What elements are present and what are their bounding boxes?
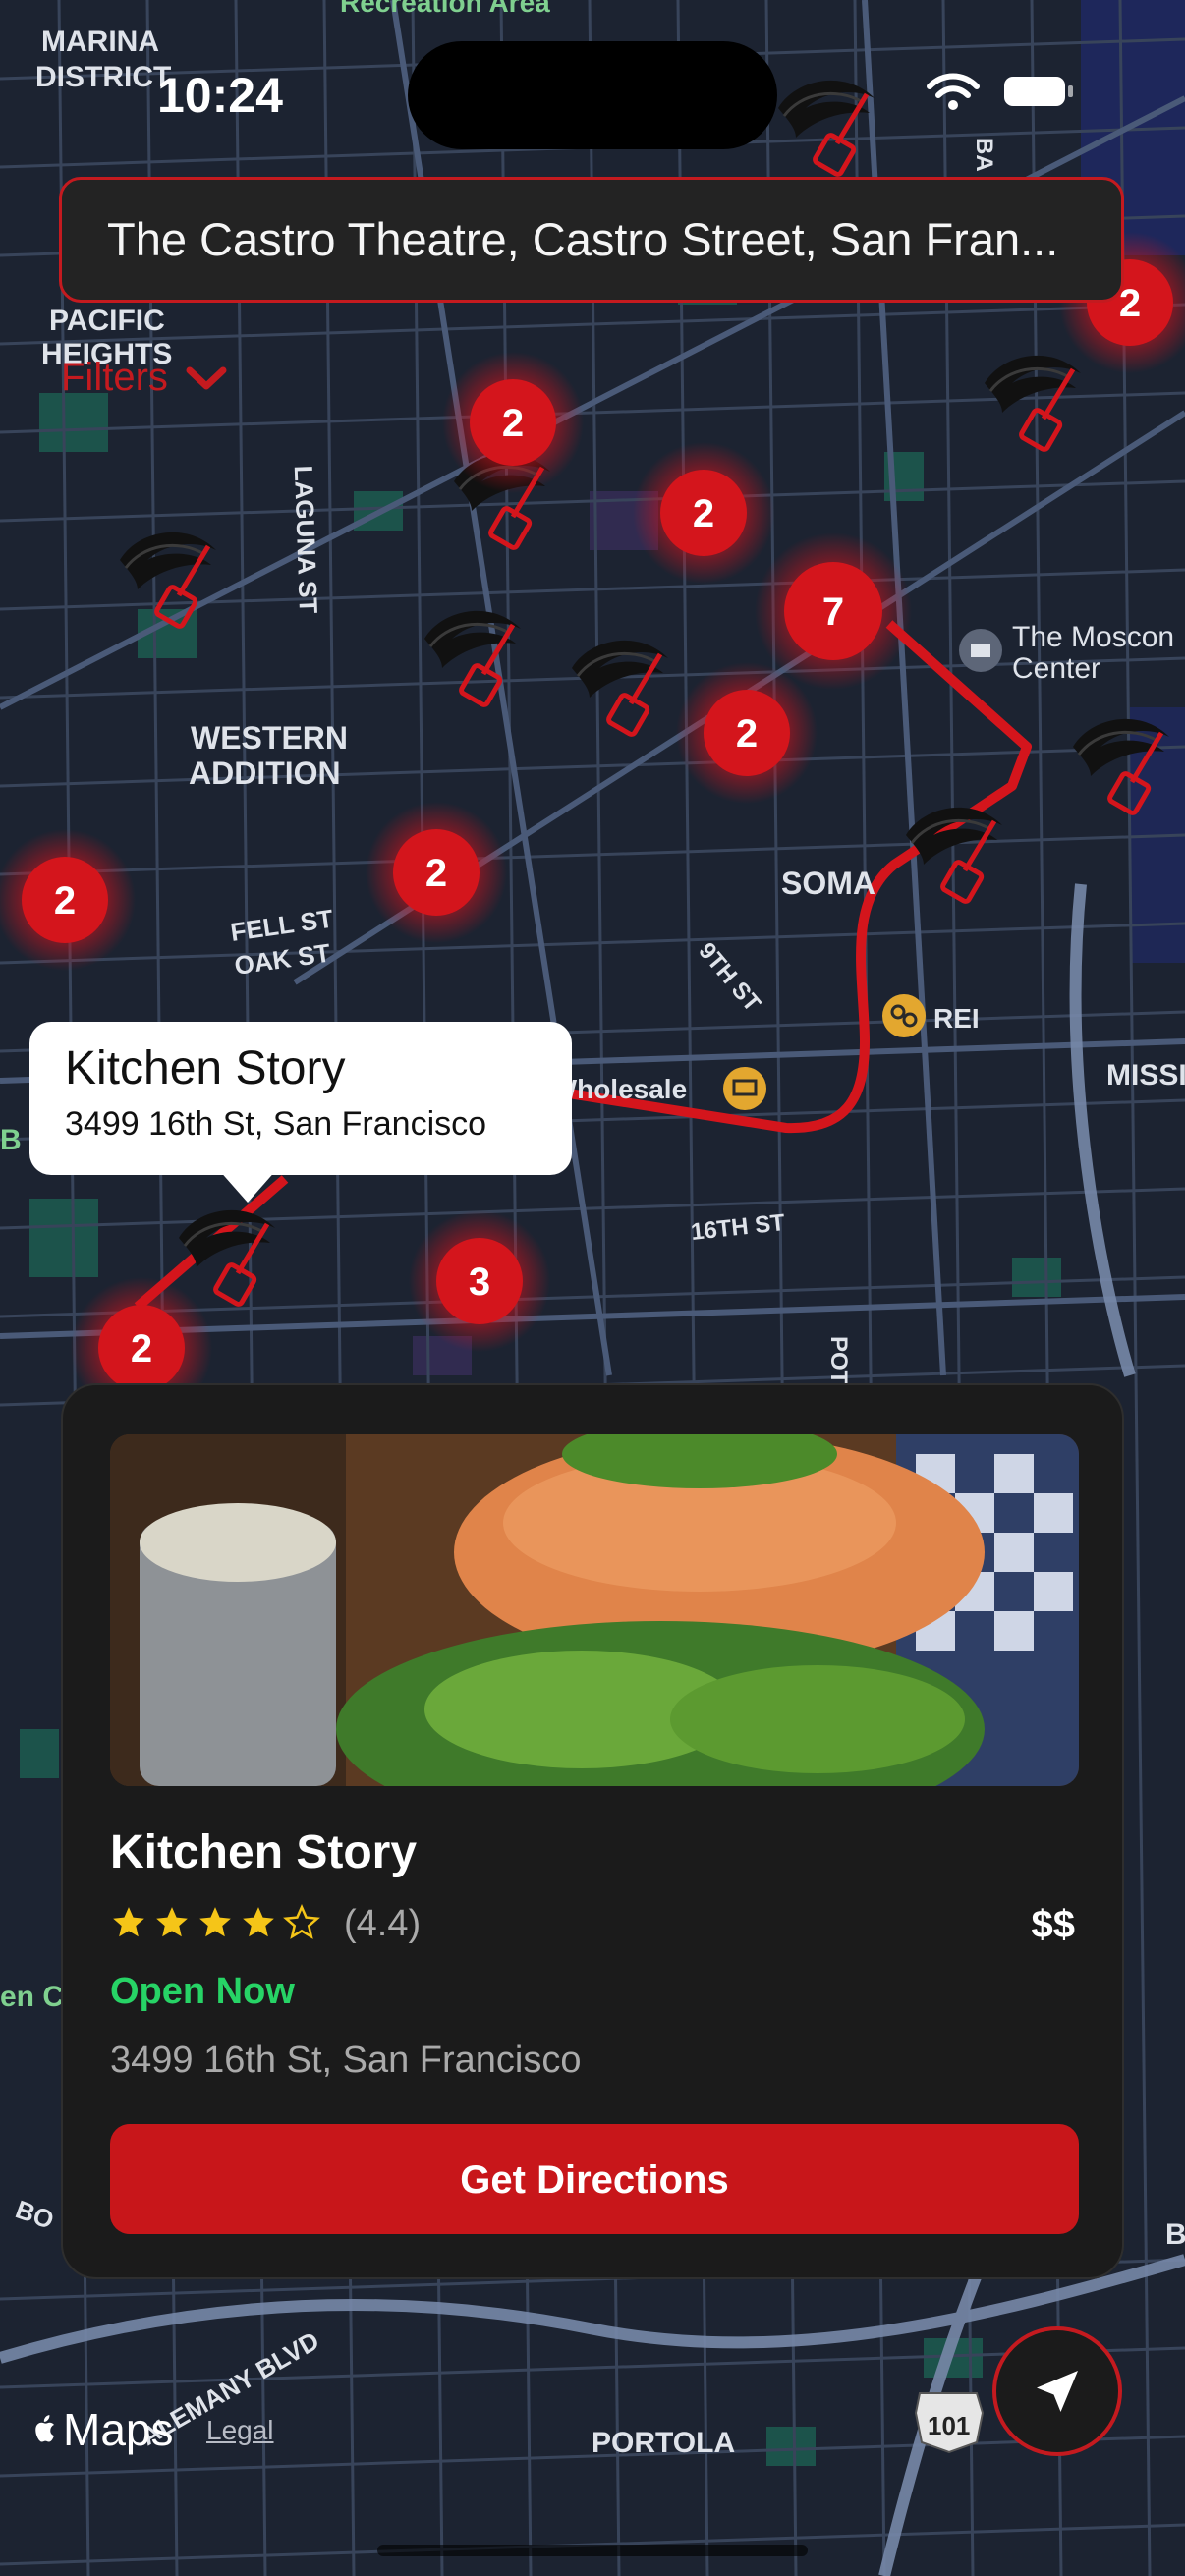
map-label-top-right: BA xyxy=(971,138,997,172)
restaurant-address: 3499 16th St, San Francisco xyxy=(110,2040,582,2081)
map-label-right-edge: B xyxy=(1165,2218,1185,2251)
svg-text:2: 2 xyxy=(425,852,447,895)
search-input[interactable]: The Castro Theatre, Castro Street, San F… xyxy=(59,177,1124,303)
map-label-laguna: LAGUNA ST xyxy=(289,465,323,614)
get-directions-button[interactable]: Get Directions xyxy=(110,2124,1079,2234)
restaurant-name: Kitchen Story xyxy=(110,1826,418,1878)
star-filled-icon xyxy=(243,1907,274,1937)
wifi-icon xyxy=(926,71,981,117)
location-arrow-icon xyxy=(1037,2371,1078,2412)
map-label-mission: MISSI xyxy=(1106,1059,1185,1092)
callout-title: Kitchen Story xyxy=(65,1042,346,1094)
svg-text:2: 2 xyxy=(693,492,714,535)
moscone-poi-icon[interactable] xyxy=(959,629,1002,672)
cluster-marker[interactable]: 2 xyxy=(676,662,818,804)
filters-toggle[interactable]: Filters xyxy=(61,356,227,400)
costco-poi-icon[interactable] xyxy=(723,1067,766,1110)
cluster-marker[interactable]: 7 xyxy=(755,532,912,690)
map-label-marina: MARINA xyxy=(41,26,159,58)
map-callout[interactable]: Kitchen Story 3499 16th St, San Francisc… xyxy=(29,1022,572,1175)
highway-101-icon: 101 xyxy=(914,2392,985,2454)
home-indicator[interactable] xyxy=(377,2545,808,2556)
map-label-addition: ADDITION xyxy=(189,756,341,791)
map-label-pacific: PACIFIC xyxy=(49,305,165,337)
svg-text:3: 3 xyxy=(469,1260,490,1304)
svg-text:2: 2 xyxy=(502,402,524,445)
cluster-marker[interactable]: 2 xyxy=(633,442,774,584)
map-label-portola: PORTOLA xyxy=(592,2427,735,2459)
star-filled-icon xyxy=(113,1907,144,1937)
maps-label: Maps xyxy=(63,2404,174,2455)
restaurant-card[interactable]: Kitchen Story (4.4) $$ Open Now 3499 16t… xyxy=(61,1383,1124,2279)
map-label-rei: REI xyxy=(933,1003,980,1034)
chevron-down-icon xyxy=(186,366,227,389)
star-empty-icon xyxy=(283,1904,320,1939)
current-location-button[interactable] xyxy=(992,2326,1122,2456)
svg-text:2: 2 xyxy=(131,1327,152,1371)
battery-icon xyxy=(1002,75,1075,113)
star-filled-icon xyxy=(156,1907,188,1937)
status-time: 10:24 xyxy=(157,68,283,123)
callout-address: 3499 16th St, San Francisco xyxy=(65,1105,487,1143)
rei-poi-icon[interactable] xyxy=(882,994,926,1037)
legal-link[interactable]: Legal xyxy=(206,2415,274,2446)
cluster-marker[interactable]: 2 xyxy=(0,829,136,971)
filters-label: Filters xyxy=(61,356,168,399)
map-label-potrero: POT xyxy=(825,1336,852,1385)
cluster-marker[interactable]: 2 xyxy=(442,352,584,493)
apple-icon xyxy=(35,2415,54,2442)
cluster-marker[interactable]: 2 xyxy=(366,802,507,943)
map-label-soma: SOMA xyxy=(781,866,875,901)
svg-text:101: 101 xyxy=(928,2411,970,2440)
map-label-recreation: Recreation Area xyxy=(340,0,550,18)
map-label-left-1: B xyxy=(0,1124,22,1156)
map-label-moscone-1: The Moscon xyxy=(1012,621,1174,653)
map-label-western: WESTERN xyxy=(191,720,348,756)
map-label-district: DISTRICT xyxy=(35,61,171,93)
rating-value: (4.4) xyxy=(344,1903,422,1944)
map-label-left-2: en C xyxy=(0,1981,64,2013)
price-level: $$ xyxy=(1031,1903,1076,1946)
svg-text:2: 2 xyxy=(736,712,758,756)
open-status: Open Now xyxy=(110,1971,295,2012)
svg-text:2: 2 xyxy=(54,879,76,923)
restaurant-photo xyxy=(110,1434,1079,1786)
apple-maps-logo: Maps xyxy=(29,2403,173,2456)
dynamic-island xyxy=(408,41,777,149)
map-label-moscone-2: Center xyxy=(1012,652,1100,685)
cluster-marker[interactable]: 3 xyxy=(409,1210,550,1352)
callout-pointer xyxy=(218,1169,277,1203)
star-filled-icon xyxy=(199,1907,231,1937)
svg-text:7: 7 xyxy=(822,590,844,634)
star-rating xyxy=(110,1904,320,1941)
